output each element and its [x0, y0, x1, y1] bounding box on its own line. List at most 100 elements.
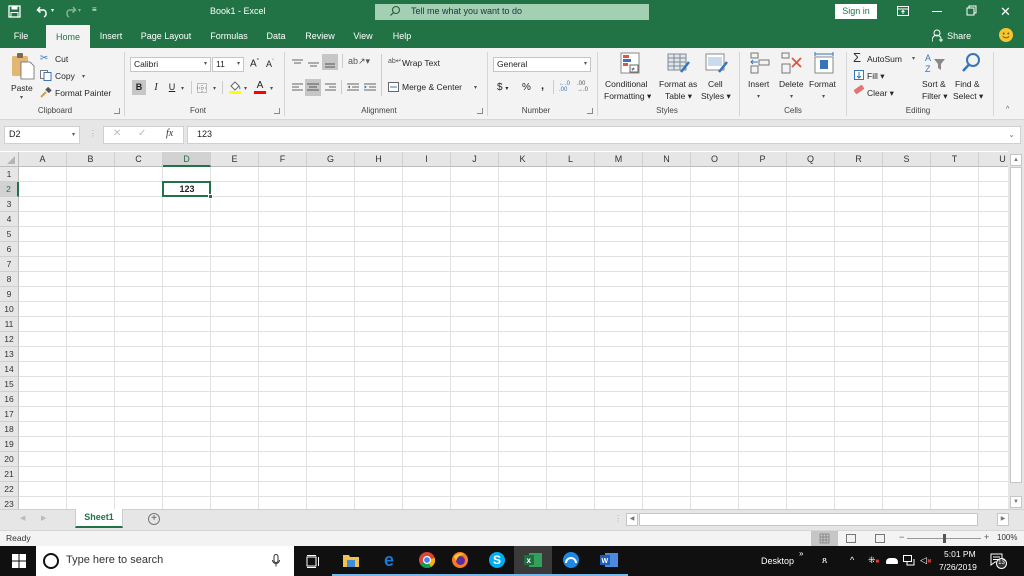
bold-button[interactable]: B	[132, 80, 146, 95]
tab-insert[interactable]: Insert	[94, 24, 128, 48]
word-button[interactable]: W	[590, 546, 628, 576]
zoom-slider-thumb[interactable]	[943, 534, 946, 543]
cell-styles-button[interactable]: Cell Styles ▾	[701, 52, 733, 104]
column-header-F[interactable]: F	[259, 152, 307, 167]
collapse-ribbon-icon[interactable]: ^	[1006, 106, 1009, 113]
row-header-23[interactable]: 23	[0, 497, 19, 509]
row-header-11[interactable]: 11	[0, 317, 19, 332]
row-header-7[interactable]: 7	[0, 257, 19, 272]
tab-formulas[interactable]: Formulas	[204, 24, 254, 48]
increase-indent-icon[interactable]	[364, 83, 376, 95]
normal-view-button[interactable]	[811, 531, 838, 546]
column-header-A[interactable]: A	[19, 152, 67, 167]
row-header-2[interactable]: 2	[0, 182, 19, 197]
redo-icon[interactable]	[63, 4, 77, 21]
zoom-level[interactable]: 100%	[997, 533, 1017, 542]
orientation-icon[interactable]: ab↗▾	[348, 56, 370, 67]
column-header-D[interactable]: D	[163, 152, 211, 167]
column-header-I[interactable]: I	[403, 152, 451, 167]
ribbon-display-options-icon[interactable]	[897, 6, 909, 19]
tab-page-layout[interactable]: Page Layout	[136, 24, 196, 48]
currency-button[interactable]: $ ▾	[497, 82, 508, 93]
formula-bar-grip[interactable]: ⋮	[89, 129, 97, 138]
redo-dropdown-icon[interactable]: ▾	[78, 7, 81, 14]
borders-icon[interactable]	[197, 83, 207, 96]
align-right-icon[interactable]	[325, 83, 336, 95]
vertical-scrollbar[interactable]: ▲ ▼	[1008, 151, 1024, 510]
fill-color-dropdown-icon[interactable]: ▾	[244, 85, 247, 92]
copy-button[interactable]: Copy ▾	[40, 69, 90, 83]
sort-filter-button[interactable]: AZ Sort & Filter ▾	[920, 52, 952, 104]
customize-qat-icon[interactable]: ≡	[92, 5, 97, 14]
worksheet-grid[interactable]: ABCDEFGHIJKLMNOPQRSTU 1 2 3 4 5 6 7 8 9 10 11 12 13 1…	[0, 151, 1008, 509]
minimize-icon[interactable]	[932, 11, 942, 12]
column-header-S[interactable]: S	[883, 152, 931, 167]
row-header-8[interactable]: 8	[0, 272, 19, 287]
decrease-decimal-button[interactable]: .00 →.0	[577, 81, 588, 93]
tab-home[interactable]: Home	[46, 25, 90, 48]
row-header-22[interactable]: 22	[0, 482, 19, 497]
fill-color-button[interactable]	[229, 81, 241, 95]
scroll-down-button[interactable]: ▼	[1010, 496, 1022, 508]
firefox-button[interactable]	[441, 546, 479, 576]
tab-help[interactable]: Help	[386, 24, 418, 48]
column-header-C[interactable]: C	[115, 152, 163, 167]
tab-split-handle[interactable]: ⋮	[614, 514, 622, 523]
scroll-up-button[interactable]: ▲	[1010, 154, 1022, 166]
skype-button[interactable]: S	[478, 546, 516, 576]
row-header-6[interactable]: 6	[0, 242, 19, 257]
cut-button[interactable]: ✂ Cut	[40, 52, 68, 66]
name-box[interactable]: D2 ▾	[4, 126, 80, 144]
horizontal-scroll-thumb[interactable]	[639, 513, 978, 526]
column-header-H[interactable]: H	[355, 152, 403, 167]
file-explorer-button[interactable]	[332, 546, 370, 576]
start-button[interactable]	[0, 546, 38, 576]
font-size-select[interactable]: 11 ▾	[212, 57, 244, 72]
close-icon[interactable]: ✕	[1000, 4, 1011, 20]
increase-decimal-button[interactable]: ←.0.00	[559, 81, 570, 93]
format-painter-button[interactable]: Format Painter	[40, 86, 118, 100]
undo-icon[interactable]	[36, 4, 50, 21]
font-name-select[interactable]: Calibri ▾	[130, 57, 211, 72]
cancel-icon[interactable]: ✕	[113, 128, 121, 139]
edge-button[interactable]: e	[370, 546, 408, 576]
column-header-Q[interactable]: Q	[787, 152, 835, 167]
underline-button[interactable]: U	[165, 80, 179, 95]
column-header-U[interactable]: U	[979, 152, 1008, 167]
row-header-17[interactable]: 17	[0, 407, 19, 422]
row-header-19[interactable]: 19	[0, 437, 19, 452]
network-icon[interactable]	[903, 555, 915, 569]
row-header-5[interactable]: 5	[0, 227, 19, 242]
italic-button[interactable]: I	[149, 80, 163, 95]
tab-review[interactable]: Review	[300, 24, 340, 48]
undo-dropdown-icon[interactable]: ▾	[51, 7, 54, 14]
scroll-left-button[interactable]: ◀	[626, 513, 638, 526]
clock-date[interactable]: 7/26/2019	[939, 562, 977, 572]
share-button[interactable]: Share	[931, 29, 971, 43]
zoom-out-button[interactable]: −	[899, 532, 904, 542]
row-header-18[interactable]: 18	[0, 422, 19, 437]
horizontal-scrollbar[interactable]: ◀ ▶	[626, 513, 1010, 526]
delete-cells-button[interactable]: Delete ▾	[777, 52, 807, 104]
microphone-icon[interactable]	[272, 554, 280, 570]
row-header-16[interactable]: 16	[0, 392, 19, 407]
scroll-right-button[interactable]: ▶	[997, 513, 1009, 526]
number-dialog-launcher[interactable]	[587, 108, 593, 114]
increase-font-size-button[interactable]: A^	[250, 58, 259, 69]
page-layout-view-button[interactable]	[846, 534, 856, 543]
action-center-button[interactable]: 13	[990, 553, 1007, 569]
row-header-14[interactable]: 14	[0, 362, 19, 377]
sheet-tab-sheet1[interactable]: Sheet1	[75, 509, 123, 528]
new-sheet-button[interactable]: +	[148, 513, 160, 525]
number-format-select[interactable]: General ▾	[493, 57, 591, 72]
merge-center-button[interactable]: Merge & Center ▾	[388, 81, 482, 95]
network-error-icon[interactable]: ⁜■	[868, 555, 879, 566]
column-header-O[interactable]: O	[691, 152, 739, 167]
row-header-3[interactable]: 3	[0, 197, 19, 212]
decrease-indent-icon[interactable]	[347, 83, 359, 95]
column-header-P[interactable]: P	[739, 152, 787, 167]
row-header-21[interactable]: 21	[0, 467, 19, 482]
column-header-T[interactable]: T	[931, 152, 979, 167]
borders-dropdown-icon[interactable]: ▾	[213, 85, 216, 92]
column-header-M[interactable]: M	[595, 152, 643, 167]
